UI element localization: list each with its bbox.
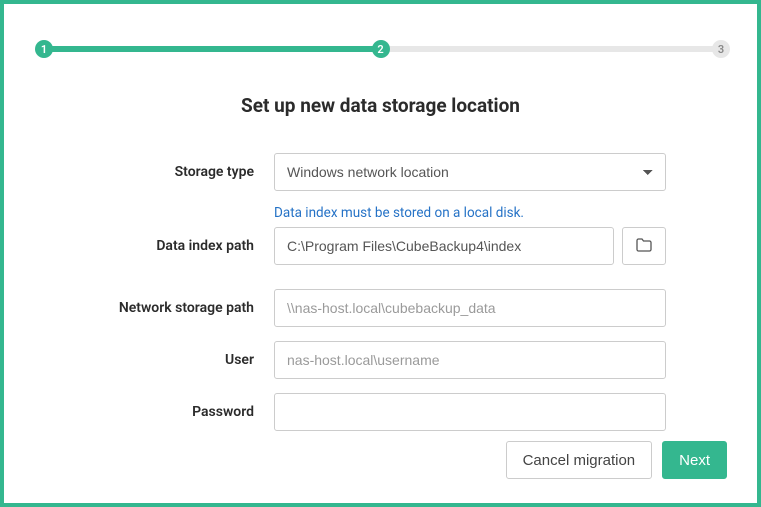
row-data-index-path: Data index path (34, 227, 727, 265)
row-user: User (34, 341, 727, 379)
row-network-storage-path: Network storage path (34, 289, 727, 327)
cancel-button[interactable]: Cancel migration (506, 441, 653, 479)
folder-icon (636, 238, 652, 255)
step-1: 1 (35, 40, 53, 58)
row-storage-type: Storage type Windows network location (34, 153, 727, 191)
data-index-path-input[interactable] (274, 227, 614, 265)
label-network-storage-path: Network storage path (34, 300, 274, 316)
wizard-frame: 1 2 3 Set up new data storage location S… (0, 0, 761, 507)
next-button[interactable]: Next (662, 441, 727, 479)
user-input[interactable] (274, 341, 666, 379)
label-user: User (34, 352, 274, 368)
label-data-index-path: Data index path (34, 238, 274, 254)
network-storage-path-input[interactable] (274, 289, 666, 327)
password-input[interactable] (274, 393, 666, 431)
step-2: 2 (372, 40, 390, 58)
progress-fill (38, 46, 385, 52)
label-password: Password (34, 404, 274, 420)
page-title: Set up new data storage location (34, 94, 727, 117)
progress-stepper: 1 2 3 (34, 38, 727, 60)
row-hint: Data index must be stored on a local dis… (34, 205, 727, 221)
data-index-hint: Data index must be stored on a local dis… (274, 205, 524, 221)
action-bar: Cancel migration Next (506, 441, 727, 479)
label-storage-type: Storage type (34, 164, 274, 180)
row-password: Password (34, 393, 727, 431)
step-3: 3 (712, 40, 730, 58)
storage-type-select[interactable]: Windows network location (274, 153, 666, 191)
browse-button[interactable] (622, 227, 666, 265)
